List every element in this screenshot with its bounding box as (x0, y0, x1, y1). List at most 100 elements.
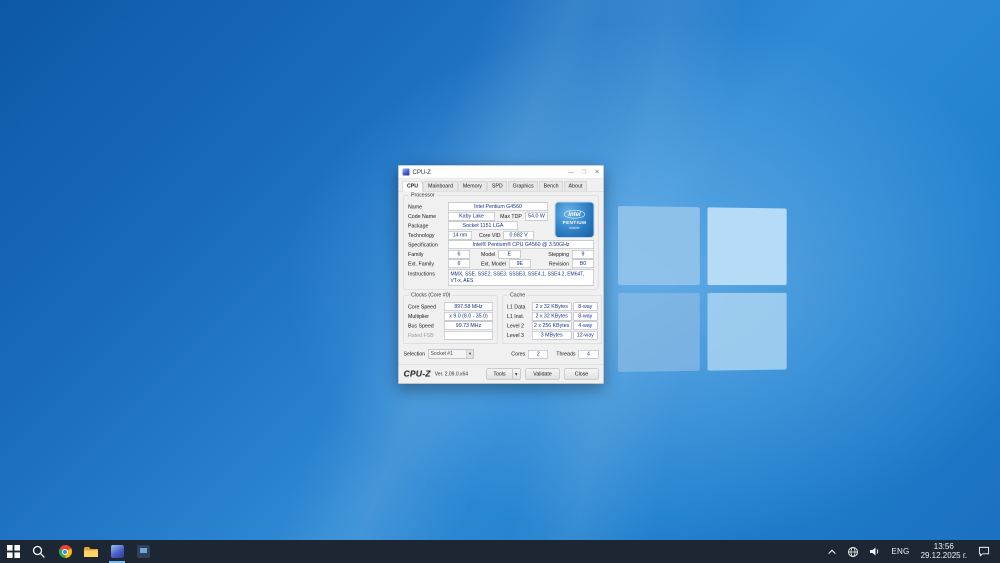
multiplier-label: Multiplier (408, 313, 444, 319)
multiplier-field: x 9.0 (8.0 - 35.0) (444, 312, 493, 321)
rated-fsb-row: Rated FSB (408, 331, 493, 341)
bus-speed-label: Bus Speed (408, 323, 444, 329)
windows-logo-pane (618, 293, 700, 372)
l1-inst-size-field: 2 x 32 KBytes (532, 312, 571, 321)
close-button[interactable]: ✕ (591, 165, 604, 178)
instructions-field: MMX, SSE, SSE2, SSE3, SSSE3, SSE4.1, SSE… (448, 270, 594, 286)
level3-row: Level 3 3 MBytes 12-way (507, 331, 597, 341)
specification-row: Specification Intel® Pentium® CPU G4560 … (408, 240, 594, 250)
ext-family-label: Ext. Family (408, 261, 448, 267)
specification-field: Intel® Pentium® CPU G4560 @ 3.50GHz (448, 241, 594, 250)
windows-logo-pane (707, 293, 786, 371)
cache-group: Cache L1 Data 2 x 32 KBytes 8-way L1 Ins… (503, 296, 602, 345)
close-window-button[interactable]: Close (565, 369, 599, 380)
network-button[interactable] (842, 540, 864, 563)
action-center-icon (978, 546, 990, 557)
max-tdp-label: Max TDP (500, 213, 522, 219)
chrome-icon (59, 545, 72, 558)
tab-graphics[interactable]: Graphics (508, 181, 538, 191)
windows-start-icon (7, 545, 20, 558)
tab-cpu[interactable]: CPU (403, 181, 423, 192)
chevron-up-icon (827, 547, 837, 556)
cpuz-taskbar-button[interactable] (104, 540, 130, 563)
family-label: Family (408, 251, 448, 257)
stepping-label: Stepping (548, 251, 569, 257)
file-explorer-button[interactable] (78, 540, 104, 563)
core-vid-field: 0.682 V (504, 231, 534, 240)
desktop-wallpaper: CPU-Z — ❐ ✕ CPU Mainboard Memory SPD Gra… (0, 0, 1000, 563)
core-speed-field: 897.58 MHz (444, 303, 493, 312)
chrome-taskbar-button[interactable] (52, 540, 78, 563)
tab-about[interactable]: About (564, 181, 587, 191)
l1-data-row: L1 Data 2 x 32 KBytes 8-way (507, 302, 597, 312)
action-center-button[interactable] (973, 540, 995, 563)
start-button[interactable] (0, 540, 26, 563)
level2-label: Level 2 (507, 323, 532, 329)
instructions-label: Instructions (408, 270, 448, 278)
tab-bench[interactable]: Bench (539, 181, 563, 191)
selection-label: Selection (404, 351, 426, 357)
technology-field: 14 nm (448, 231, 472, 240)
family-field: 6 (448, 250, 470, 259)
network-globe-icon (847, 546, 859, 558)
model-field: E (498, 250, 520, 259)
cores-label: Cores (511, 351, 525, 357)
badge-pentium-text: PENTIUM (563, 220, 587, 225)
code-name-label: Code Name (408, 213, 448, 219)
system-tray: ENG 13:56 29.12.2025 г. (822, 540, 1000, 563)
title-bar[interactable]: CPU-Z — ❐ ✕ (399, 166, 604, 179)
l1-inst-label: L1 Inst. (507, 313, 532, 319)
minimize-button[interactable]: — (565, 165, 578, 178)
pinned-app-button[interactable] (130, 540, 156, 563)
tools-button[interactable]: Tools (487, 369, 513, 380)
maximize-button[interactable]: ❐ (578, 165, 591, 178)
l1-inst-assoc-field: 8-way (573, 312, 597, 321)
taskbar-clock[interactable]: 13:56 29.12.2025 г. (915, 540, 973, 563)
clock-date: 29.12.2025 г. (921, 552, 967, 561)
rated-fsb-field (444, 331, 493, 340)
tools-dropdown-arrow[interactable]: ▼ (513, 369, 521, 380)
ext-model-field: 9E (509, 260, 531, 269)
core-speed-row: Core Speed 897.58 MHz (408, 302, 493, 312)
cpuz-logo: CPU-Z (404, 369, 431, 379)
socket-selector-value: Socket #1 (429, 350, 467, 358)
validate-button[interactable]: Validate (526, 369, 560, 380)
speaker-icon (869, 546, 881, 557)
tab-mainboard[interactable]: Mainboard (424, 181, 458, 191)
ext-model-label: Ext. Model (481, 261, 506, 267)
l1-data-size-field: 2 x 32 KBytes (532, 303, 571, 312)
tab-spd[interactable]: SPD (487, 181, 507, 191)
threads-label: Threads (556, 351, 575, 357)
folder-icon (84, 546, 98, 558)
model-label: Model (481, 251, 495, 257)
clocks-group: Clocks (Core #0) Core Speed 897.58 MHz M… (404, 296, 498, 345)
window-title: CPU-Z (413, 168, 431, 175)
search-button[interactable] (26, 540, 52, 563)
specification-label: Specification (408, 242, 448, 248)
cpuz-icon (111, 545, 124, 558)
ext-family-row: Ext. Family 6 Ext. Model 9E Revision B0 (408, 259, 594, 269)
bus-speed-field: 99.73 MHz (444, 322, 493, 331)
language-indicator[interactable]: ENG (886, 540, 914, 563)
selection-row: Selection Socket #1 ▼ Cores 2 Threads 4 (404, 349, 599, 359)
cores-field: 2 (528, 350, 548, 359)
level3-label: Level 3 (507, 332, 532, 338)
threads-field: 4 (579, 350, 599, 359)
volume-button[interactable] (864, 540, 886, 563)
core-speed-label: Core Speed (408, 304, 444, 310)
l1-data-label: L1 Data (507, 304, 532, 310)
cpuz-app-icon (403, 168, 410, 175)
windows-logo-pane (618, 206, 700, 285)
package-field: Socket 1151 LGA (448, 222, 518, 231)
instructions-row: Instructions MMX, SSE, SSE2, SSE3, SSSE3… (408, 270, 594, 286)
revision-label: Revision (549, 261, 569, 267)
cpuz-window: CPU-Z — ❐ ✕ CPU Mainboard Memory SPD Gra… (398, 165, 604, 384)
socket-selector[interactable]: Socket #1 ▼ (428, 350, 474, 359)
windows-logo (618, 206, 787, 372)
chevron-down-icon[interactable]: ▼ (466, 350, 474, 358)
level2-row: Level 2 2 x 256 KBytes 4-way (507, 321, 597, 331)
tab-memory[interactable]: Memory (458, 181, 486, 191)
search-icon (32, 545, 46, 559)
tray-overflow-button[interactable] (822, 540, 842, 563)
level2-assoc-field: 4-way (573, 322, 597, 331)
